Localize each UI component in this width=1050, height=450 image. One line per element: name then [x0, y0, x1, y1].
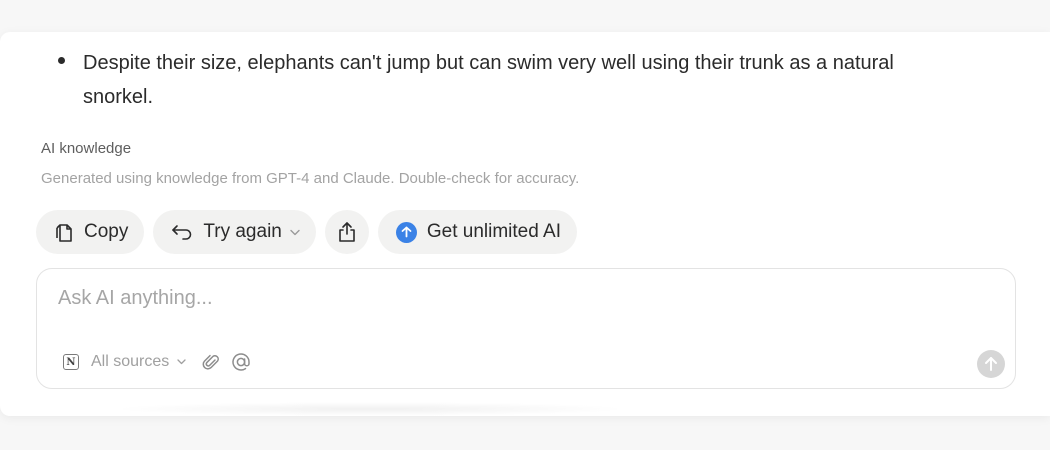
ask-ai-composer: N All sources [36, 268, 1016, 389]
composer-toolbar: N All sources [63, 351, 252, 373]
panel-shadow [110, 402, 630, 416]
source-title: AI knowledge [41, 140, 132, 157]
get-unlimited-ai-button[interactable]: Get unlimited AI [377, 210, 577, 254]
try-again-label: Try again [203, 221, 282, 242]
all-sources-dropdown[interactable]: N All sources [63, 353, 186, 371]
share-icon [337, 221, 357, 243]
paperclip-icon[interactable] [202, 352, 220, 372]
all-sources-label: All sources [91, 353, 170, 370]
send-icon [984, 356, 998, 372]
copy-label: Copy [84, 221, 129, 242]
copy-button[interactable]: Copy [36, 210, 145, 254]
bullet-dot [58, 57, 65, 64]
send-button[interactable] [977, 350, 1005, 378]
bullet-text: Despite their size, elephants can't jump… [83, 52, 894, 108]
chevron-down-icon [177, 359, 186, 365]
ask-ai-input[interactable] [58, 287, 958, 310]
notion-icon: N [63, 354, 79, 370]
source-description: Generated using knowledge from GPT-4 and… [41, 170, 580, 187]
chevron-down-icon [290, 229, 300, 236]
undo-arrow-icon [171, 223, 193, 241]
list-item: Despite their size, elephants can't jump… [58, 46, 958, 114]
ai-chat-panel: Despite their size, elephants can't jump… [0, 32, 1050, 416]
share-button[interactable] [324, 210, 369, 254]
at-icon[interactable] [230, 351, 252, 373]
arrow-up-icon [395, 221, 417, 243]
response-actions: Copy Try again Get unlimited AI [36, 210, 577, 254]
copy-icon [54, 221, 74, 243]
try-again-button[interactable]: Try again [153, 210, 316, 254]
get-unlimited-ai-label: Get unlimited AI [426, 221, 561, 242]
